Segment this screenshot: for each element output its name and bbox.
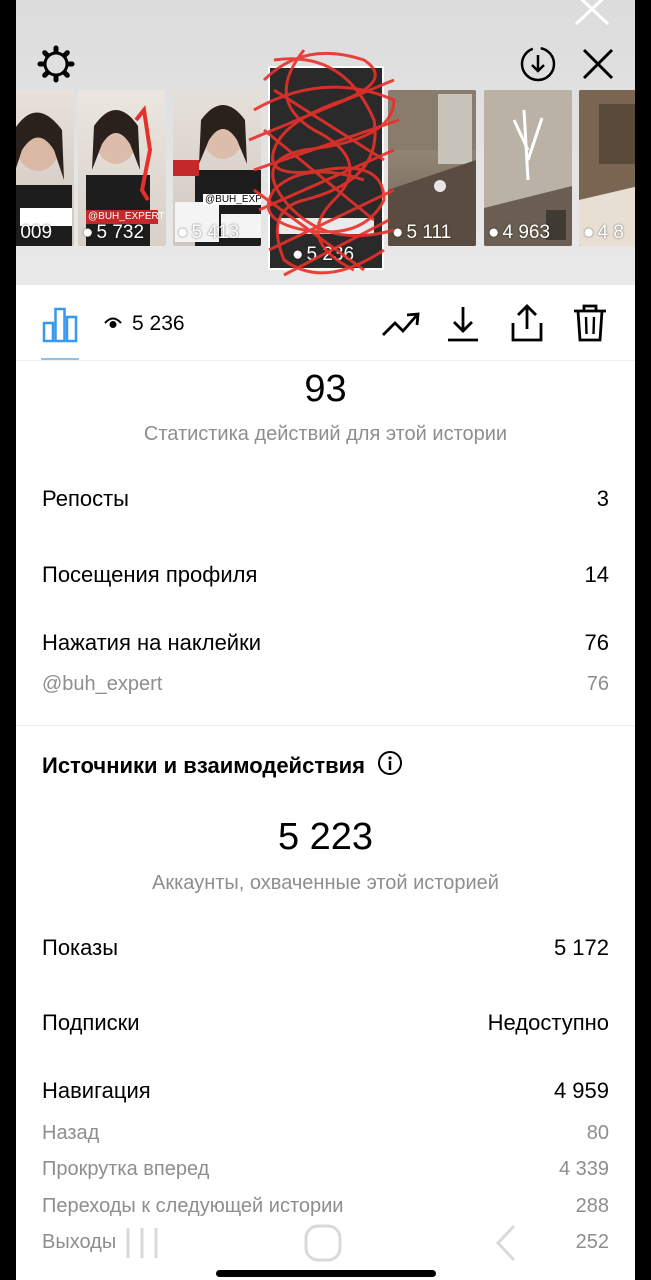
stat-row-sticker-taps: Нажатия на наклейки 76: [42, 630, 609, 655]
eye-icon: ●: [177, 222, 189, 243]
eye-icon: ●: [583, 222, 595, 243]
story-view-count: ● 5 413: [177, 222, 240, 243]
toolbar-view-count: 5 236: [104, 312, 185, 336]
story-thumbnail[interactable]: ●5 009: [16, 90, 74, 246]
insights-toolbar: 5 236: [16, 288, 635, 361]
story-view-count: ● 5 236: [292, 244, 355, 265]
story-thumbnails: ●5 009 @BUH_EXPERT ●5 732: [16, 66, 635, 288]
story-thumbnail[interactable]: ● 4 963: [484, 90, 572, 246]
eye-icon: ●: [82, 222, 94, 243]
nav-subrow-next-story: Переходы к следующей истории 288: [42, 1195, 609, 1217]
story-view-count: ● 5 111: [392, 222, 452, 243]
story-view-count: ● 4 8: [583, 222, 624, 243]
trending-up-icon[interactable]: [380, 306, 422, 342]
close-icon[interactable]: [578, 44, 618, 84]
overlay-close-icon[interactable]: [572, 0, 612, 28]
stat-row-impressions: Показы 5 172: [42, 935, 609, 960]
reach-total: 5 223: [277, 816, 374, 858]
active-tab-indicator: [41, 358, 79, 360]
nav-subrow-back: Назад 80: [42, 1122, 609, 1144]
story-tag: @BUH_EXPERT: [88, 211, 165, 222]
settings-gear-icon[interactable]: [36, 44, 76, 84]
stat-row-reposts: Репосты 3: [42, 486, 609, 511]
stat-subrow-sticker: @buh_expert 76: [42, 673, 609, 695]
nav-subrow-exits: Выходы 252: [42, 1231, 609, 1253]
story-view-count: ● 5 732: [82, 222, 145, 243]
story-tag: @BUH_EXPERT: [203, 194, 261, 205]
info-icon[interactable]: [377, 750, 403, 782]
story-thumbnail[interactable]: ● 4 8: [579, 90, 635, 246]
eye-icon: ●: [488, 222, 500, 243]
eye-icon: ●: [392, 222, 404, 243]
sources-section-title: Источники и взаимодействия: [42, 750, 403, 782]
home-indicator: [216, 1270, 436, 1277]
trash-icon[interactable]: [571, 302, 609, 344]
bar-chart-icon[interactable]: [40, 304, 80, 344]
stat-row-navigation: Навигация 4 959: [42, 1078, 609, 1103]
story-thumbnail-selected[interactable]: ● 5 236: [268, 66, 384, 270]
actions-caption: Статистика действий для этой истории: [143, 423, 508, 445]
nav-subrow-forward: Прокрутка вперед 4 339: [42, 1158, 609, 1180]
eye-icon: [104, 312, 122, 336]
story-view-count: ●5 009: [16, 222, 53, 243]
story-header: ●5 009 @BUH_EXPERT ●5 732: [16, 0, 635, 285]
story-thumbnail[interactable]: @BUH_EXPERT ●5 413: [173, 90, 261, 246]
story-view-count: ● 4 963: [488, 222, 551, 243]
share-icon[interactable]: [508, 302, 546, 344]
actions-total: 93: [304, 368, 347, 410]
section-divider: [16, 725, 635, 726]
story-thumbnail[interactable]: @BUH_EXPERT ● 5 732: [78, 90, 166, 246]
eye-icon: ●: [292, 244, 304, 265]
stat-row-profile-visits: Посещения профиля 14: [42, 562, 609, 587]
download-icon[interactable]: [444, 302, 482, 344]
reach-caption: Аккаунты, охваченные этой историей: [152, 872, 499, 894]
story-thumbnail[interactable]: ● 5 111: [388, 90, 476, 246]
stat-row-follows: Подписки Недоступно: [42, 1010, 609, 1035]
story-insights-screen: ●5 009 @BUH_EXPERT ●5 732: [16, 0, 635, 1280]
download-circle-icon[interactable]: [518, 44, 558, 84]
